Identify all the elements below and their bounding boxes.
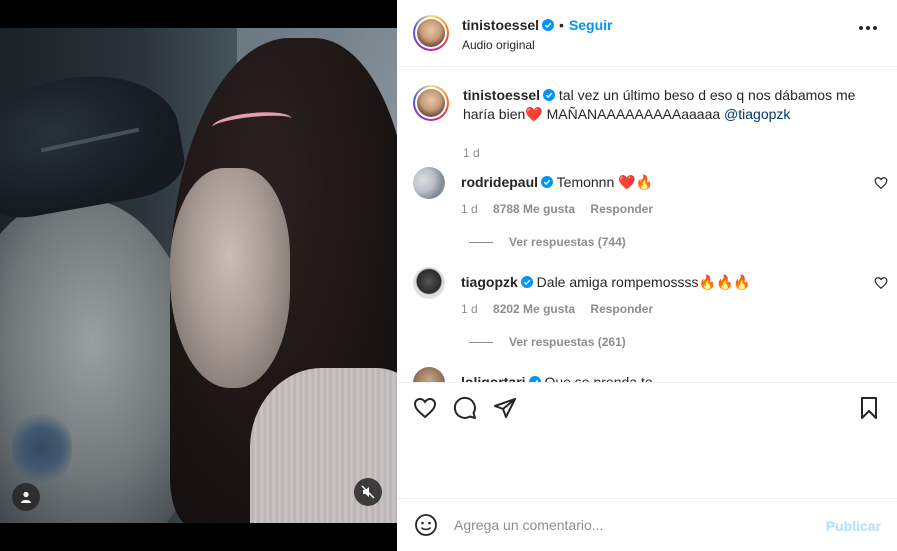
cap [0,60,190,226]
author-username[interactable]: tinistoessel [462,17,539,33]
smiley-icon[interactable] [414,513,438,537]
action-bar [397,382,897,432]
comment-text: rodridepaul Temonnn ❤️🔥 [461,174,654,190]
reply-button[interactable]: Responder [590,302,653,316]
post-panel: tinistoessel • Seguir Audio original tinis… [397,0,897,551]
comments-section[interactable]: tinistoessel tal vez un último beso d es… [397,67,897,382]
commenter-avatar[interactable] [413,167,445,199]
neck-tattoo [12,408,72,488]
heart-icon[interactable] [413,396,437,420]
caption-time[interactable]: 1 d [463,146,480,160]
caption-text: tinistoessel tal vez un último beso d es… [463,87,856,122]
verified-badge-icon [520,276,533,288]
follow-button[interactable]: Seguir [569,17,613,33]
comment-like-heart-icon[interactable] [874,176,888,190]
avatar-image [417,19,445,47]
mute-button[interactable] [354,478,382,506]
caption-username[interactable]: tinistoessel [463,87,540,103]
commenter-avatar[interactable] [413,367,445,382]
muted-speaker-icon [361,485,375,499]
woman-face [170,168,290,388]
comment-text: tiagopzk Dale amiga rompemossss🔥🔥🔥 [461,274,751,290]
comment-like-heart-icon[interactable] [874,276,888,290]
paper-plane-icon[interactable] [493,396,517,420]
comment-item: loligortari Que se prenda to [413,367,888,382]
separator-dot: • [559,17,564,33]
post-header: tinistoessel • Seguir Audio original [397,0,897,67]
comment-meta: 1 d 8788 Me gusta Responder [461,202,654,216]
user-icon [21,491,31,503]
mention-link[interactable]: @tiagopzk [724,106,790,122]
header-user-row: tinistoessel • Seguir [462,17,613,33]
reply-button[interactable]: Responder [590,202,653,216]
comment-meta: 1 d 8202 Me gusta Responder [461,302,654,316]
add-comment-bar: Publicar [397,498,897,551]
speech-bubble-icon[interactable] [453,396,477,420]
caption-avatar[interactable] [413,85,449,121]
post-media[interactable] [0,0,397,551]
tagged-users-button[interactable] [12,483,40,511]
publish-button[interactable]: Publicar [826,518,881,534]
audio-link[interactable]: Audio original [462,38,535,52]
video-frame[interactable] [0,28,397,523]
commenter-avatar[interactable] [413,267,445,299]
verified-badge-icon [541,176,554,188]
bookmark-icon[interactable] [857,396,881,420]
view-replies-button[interactable]: Ver respuestas (261) [469,335,626,349]
heart-emoji: ❤️ [525,106,543,122]
comment-text: loligortari Que se prenda to [461,374,653,382]
comment-item: tiagopzk Dale amiga rompemossss🔥🔥🔥 1 d 8… [413,267,888,357]
comment-input[interactable] [454,514,814,536]
author-avatar[interactable] [413,15,449,51]
view-replies-button[interactable]: Ver respuestas (744) [469,235,626,249]
more-options-icon[interactable] [859,26,877,32]
verified-badge-icon [543,89,556,101]
verified-badge-icon [542,19,555,31]
comment-item: rodridepaul Temonnn ❤️🔥 1 d 8788 Me gust… [413,167,888,257]
